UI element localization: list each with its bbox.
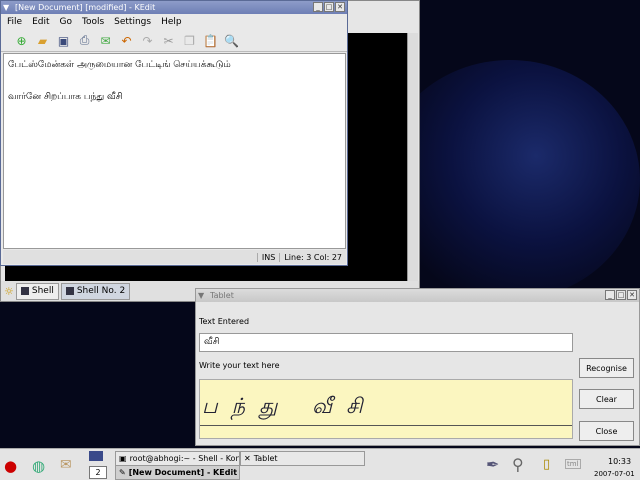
write-label: Write your text here	[199, 361, 280, 370]
window-menu-icon[interactable]: ▼	[198, 291, 204, 300]
recognise-button[interactable]: Recognise	[579, 358, 634, 378]
close-button[interactable]: ✕	[335, 2, 345, 12]
maximize-button[interactable]: □	[616, 290, 626, 300]
toolbar: ⊕ ▰ ▣ ⎙ ✉ ↶ ↷ ✂ ❐ 📋 🔍	[1, 30, 347, 52]
kedit-titlebar[interactable]: ▼ [New Document] [modified] - KEdit _ □ …	[1, 1, 347, 14]
find-icon[interactable]: 🔍	[223, 32, 240, 49]
dictionary-icon[interactable]: ▯	[543, 457, 550, 472]
email-client-icon[interactable]: ✉	[60, 457, 72, 473]
kedit-icon: ✎	[119, 468, 126, 477]
new-icon[interactable]: ⊕	[13, 32, 30, 49]
cursor-position: Line: 3 Col: 27	[279, 252, 346, 262]
tab-shell-2[interactable]: Shell No. 2	[60, 282, 131, 300]
pen-tool-icon[interactable]: ✒	[486, 455, 499, 474]
menu-tools[interactable]: Tools	[82, 17, 104, 27]
taskbar: ● ◍ ✉ 2 ▣root@abhogi:~ - Shell - Konsole…	[0, 448, 640, 480]
menubar: File Edit Go Tools Settings Help	[1, 14, 347, 30]
window-menu-icon[interactable]: ▼	[3, 3, 9, 12]
browser-icon[interactable]: ◍	[32, 457, 45, 475]
tablet-window: ▼ Tablet _ □ ✕ Text Entered வீசி Write y…	[195, 288, 640, 446]
menu-go[interactable]: Go	[60, 17, 72, 27]
microphone-icon[interactable]: ⚲	[512, 455, 524, 474]
clock-time[interactable]: 10:33	[608, 457, 631, 466]
redhat-menu-icon[interactable]: ●	[4, 457, 17, 475]
kedit-window: ▼ [New Document] [modified] - KEdit _ □ …	[0, 0, 348, 266]
terminal-icon	[65, 287, 74, 295]
task-konsole[interactable]: ▣root@abhogi:~ - Shell - Konsole	[115, 451, 240, 466]
insert-mode: INS	[256, 252, 279, 262]
menu-edit[interactable]: Edit	[32, 17, 49, 27]
save-icon[interactable]: ▣	[55, 32, 72, 49]
cut-icon[interactable]: ✂	[160, 32, 177, 49]
clear-button[interactable]: Clear	[579, 389, 634, 409]
menu-file[interactable]: File	[7, 17, 22, 27]
text-editor[interactable]: பேட்ஸ்மேன்கள் அருமையான பேட்டிங் செய்யக்க…	[3, 53, 346, 249]
close-tablet-button[interactable]: Close	[579, 421, 634, 441]
baseline	[200, 425, 572, 426]
redo-icon[interactable]: ↷	[139, 32, 156, 49]
mail-icon[interactable]: ✉	[97, 32, 114, 49]
handwriting-pad[interactable]: பந்து வீசி	[199, 379, 573, 439]
minimize-button[interactable]: _	[605, 290, 615, 300]
undo-icon[interactable]: ↶	[118, 32, 135, 49]
konsole-icon: ▣	[119, 454, 127, 463]
tab-shell[interactable]: Shell	[15, 282, 59, 300]
menu-settings[interactable]: Settings	[114, 17, 151, 27]
terminal-icon	[20, 287, 29, 295]
desktop-pager-2[interactable]: 2	[89, 466, 107, 479]
minimize-button[interactable]: _	[313, 2, 323, 12]
statusbar: INS Line: 3 Col: 27	[3, 250, 346, 264]
text-entered-field[interactable]: வீசி	[199, 333, 573, 352]
tablet-titlebar[interactable]: ▼ Tablet _ □ ✕	[196, 289, 639, 302]
print-icon[interactable]: ⎙	[76, 32, 93, 49]
task-tablet[interactable]: ✕ Tablet	[240, 451, 365, 466]
task-kedit[interactable]: ✎ [New Document] - KEdit	[115, 465, 240, 480]
clock-date: 2007-07-01	[594, 470, 635, 478]
x-icon: ✕	[244, 454, 251, 463]
desktop-pager-1[interactable]	[89, 451, 103, 461]
paste-icon[interactable]: 📋	[202, 32, 219, 49]
text-entered-label: Text Entered	[199, 317, 250, 326]
menu-help[interactable]: Help	[161, 17, 182, 27]
open-icon[interactable]: ▰	[34, 32, 51, 49]
new-session-icon[interactable]: ☼	[4, 285, 14, 298]
terminal-scrollbar[interactable]	[407, 33, 418, 281]
handwriting-strokes: பந்து வீசி	[202, 394, 377, 418]
close-button[interactable]: ✕	[627, 290, 637, 300]
maximize-button[interactable]: □	[324, 2, 334, 12]
keyboard-indicator-icon[interactable]: tml	[565, 459, 581, 469]
copy-icon[interactable]: ❐	[181, 32, 198, 49]
